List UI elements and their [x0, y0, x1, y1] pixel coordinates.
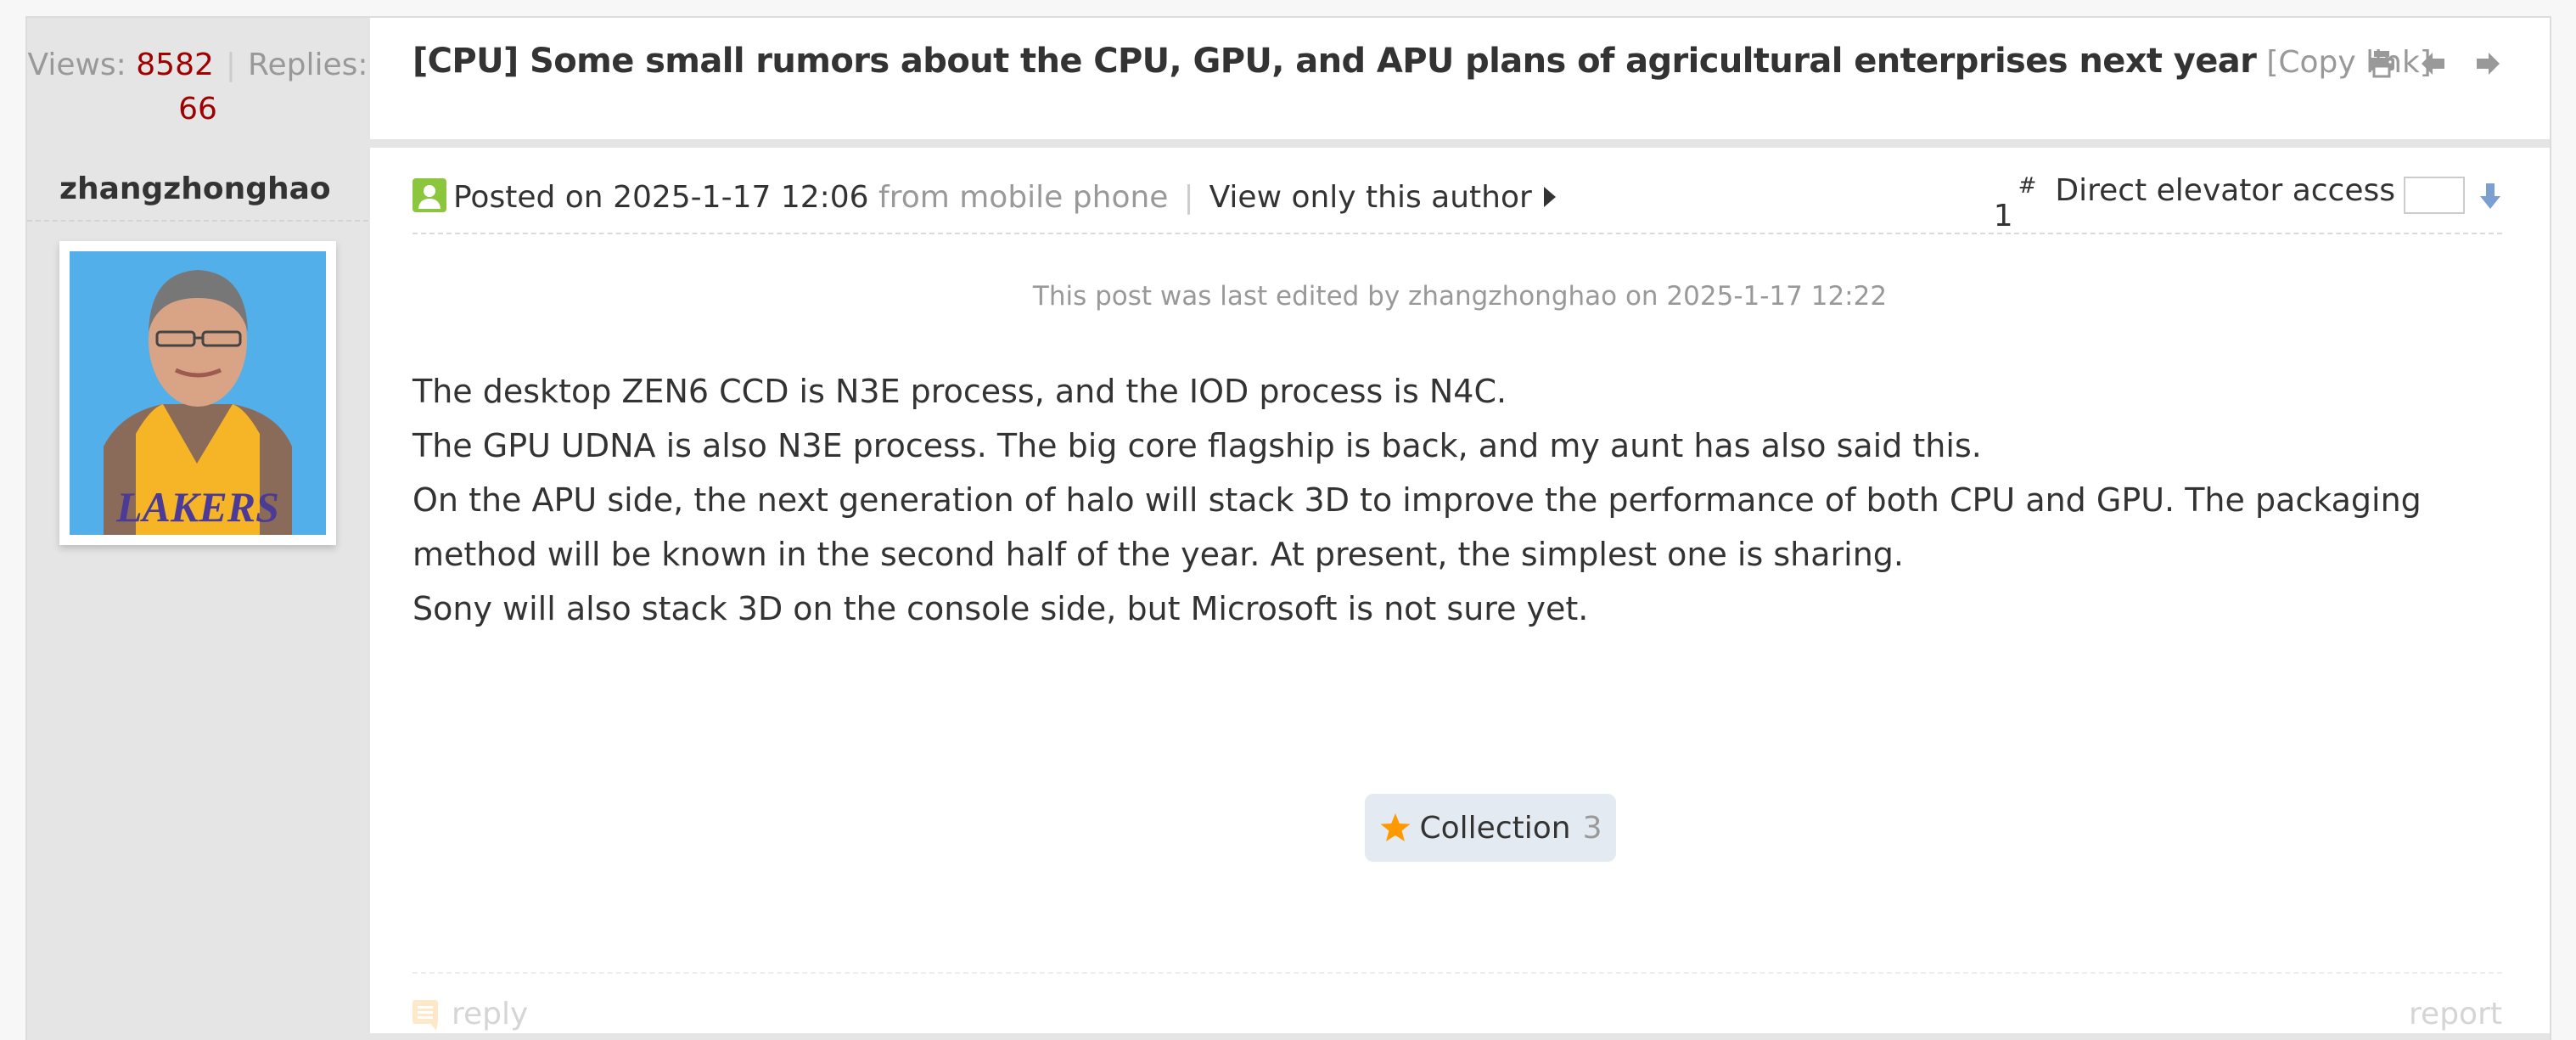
online-user-icon [412, 178, 446, 212]
previous-thread-icon[interactable] [2419, 48, 2450, 79]
avatar[interactable]: LAKERS [59, 241, 336, 545]
bottom-strip [370, 1033, 2550, 1040]
floor-number[interactable]: 1 [1994, 199, 2013, 233]
avatar-jersey-text: LAKERS [115, 483, 279, 531]
post-body: The desktop ZEN6 CCD is N3E process, and… [412, 364, 2502, 636]
post-source: from mobile phone [878, 180, 1169, 215]
avatar-image: LAKERS [70, 251, 326, 535]
reply-icon [412, 998, 438, 1031]
floor-jump-input[interactable] [2404, 177, 2465, 214]
post-content: Posted on 2025-1-17 12:06 from mobile ph… [370, 148, 2550, 1040]
thread-title: [CPU] Some small rumors about the CPU, G… [412, 42, 2432, 81]
posted-prefix: Posted on [453, 180, 603, 215]
stats-separator: | [225, 48, 237, 82]
floor-hash: # [2018, 173, 2037, 199]
collection-button[interactable]: Collection 3 [1365, 794, 1616, 862]
posted-time: 2025-1-17 12:06 [613, 180, 869, 215]
arrow-down-icon[interactable] [2478, 182, 2502, 211]
sidebar-divider [27, 220, 368, 222]
collection-count: 3 [1582, 810, 1602, 846]
post-meta: Posted on 2025-1-17 12:06 from mobile ph… [412, 173, 2502, 234]
star-icon [1379, 812, 1411, 844]
author-name[interactable]: zhangzhonghao [59, 171, 331, 206]
print-icon[interactable] [2366, 48, 2397, 79]
post-paragraph: The GPU UDNA is also N3E process. The bi… [412, 427, 1982, 464]
floor-jump: 1 # Direct elevator access [1994, 173, 2502, 233]
views-label: Views: [27, 48, 126, 82]
views-count: 8582 [136, 48, 214, 82]
caret-right-icon[interactable] [1543, 187, 1556, 207]
thread-actions [2366, 48, 2502, 79]
reply-button[interactable]: reply [412, 997, 528, 1032]
post-paragraph: The desktop ZEN6 CCD is N3E process, and… [412, 373, 1507, 410]
reply-label: reply [452, 997, 529, 1032]
collection-label: Collection [1419, 810, 1571, 846]
thread-frame: Views: 8582 | Replies: 66 [CPU] Some small… [25, 16, 2551, 1040]
meta-separator: | [1183, 180, 1194, 215]
report-link[interactable]: report [2409, 997, 2502, 1032]
replies-count: 66 [178, 92, 217, 126]
replies-label: Replies: [248, 48, 368, 82]
thread-title-text: [CPU] Some small rumors about the CPU, G… [412, 42, 2257, 81]
author-sidebar: zhangzhonghao LAKERS [27, 148, 368, 1040]
thread-header: [CPU] Some small rumors about the CPU, G… [370, 18, 2550, 139]
row-separator [370, 139, 2550, 148]
post-paragraph: On the APU side, the next generation of … [412, 481, 2422, 573]
next-thread-icon[interactable] [2472, 48, 2502, 79]
jump-label: Direct elevator access [2055, 173, 2395, 208]
post-paragraph: Sony will also stack 3D on the console s… [412, 590, 1589, 627]
thread-stats: Views: 8582 | Replies: 66 [27, 18, 368, 139]
edited-notice: This post was last edited by zhangzhongh… [1032, 281, 1888, 312]
view-only-author-link[interactable]: View only this author [1209, 180, 1532, 215]
footer-divider [412, 972, 2502, 974]
